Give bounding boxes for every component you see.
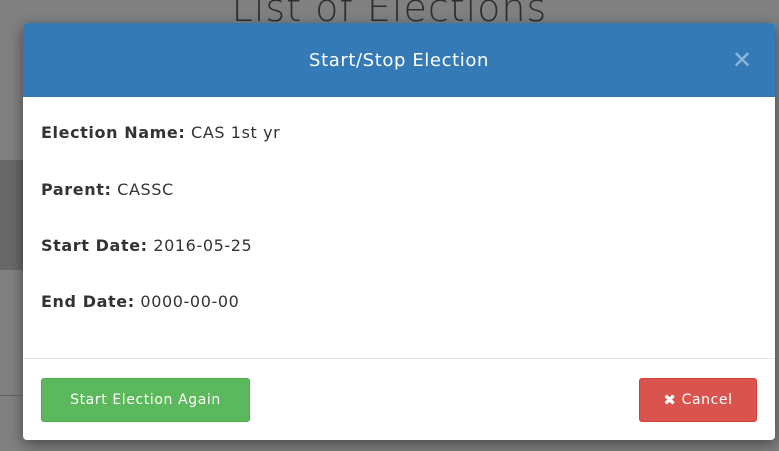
end-date-label: End Date: [41, 292, 135, 311]
parent-label: Parent: [41, 180, 112, 199]
cancel-button-label: Cancel [681, 392, 733, 408]
close-icon[interactable]: ✕ [729, 47, 755, 73]
start-date-value: 2016-05-25 [153, 236, 253, 255]
election-name-field: Election Name: CAS 1st yr [41, 123, 280, 142]
election-name-value: CAS 1st yr [191, 123, 281, 142]
modal-header: Start/Stop Election ✕ [23, 23, 775, 97]
modal-body: Election Name: CAS 1st yr Parent: CASSC … [23, 97, 775, 358]
start-date-label: Start Date: [41, 236, 148, 255]
page: List of Elections Start/Stop Election ✕ … [0, 0, 779, 451]
parent-field: Parent: CASSC [41, 180, 174, 199]
end-date-field: End Date: 0000-00-00 [41, 292, 239, 311]
start-election-again-button[interactable]: Start Election Again [41, 378, 250, 422]
cancel-button[interactable]: ✖ Cancel [639, 378, 757, 422]
times-icon: ✖ [663, 391, 677, 409]
start-date-field: Start Date: 2016-05-25 [41, 236, 252, 255]
modal-footer: Start Election Again ✖ Cancel [23, 358, 775, 440]
parent-value: CASSC [117, 180, 174, 199]
election-name-label: Election Name: [41, 123, 186, 142]
end-date-value: 0000-00-00 [140, 292, 240, 311]
modal-title: Start/Stop Election [309, 49, 489, 71]
start-stop-election-modal: Start/Stop Election ✕ Election Name: CAS… [23, 23, 775, 440]
